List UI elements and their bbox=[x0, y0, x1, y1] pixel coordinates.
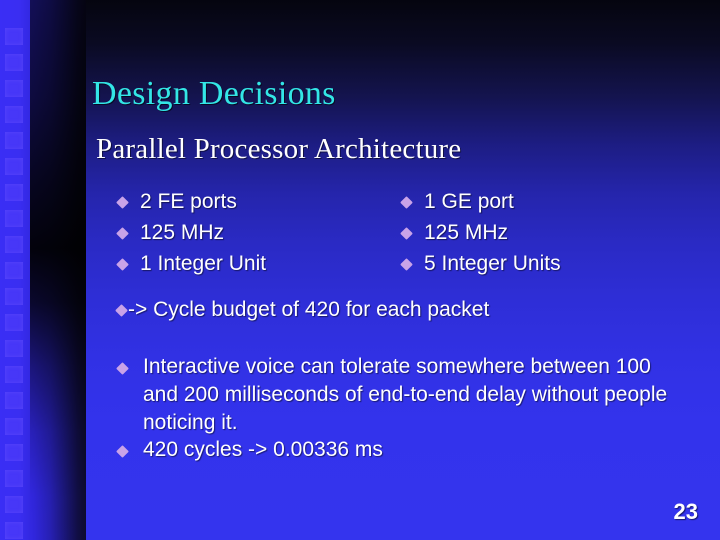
filmstrip-square bbox=[5, 470, 23, 487]
list-item: 5 Integer Units bbox=[400, 248, 561, 279]
filmstrip-square bbox=[5, 444, 23, 461]
left-band-shading bbox=[30, 0, 86, 540]
filmstrip-square bbox=[5, 54, 23, 71]
presentation-slide: Design Decisions Parallel Processor Arch… bbox=[0, 0, 720, 540]
cycles-to-ms-text: 420 cycles -> 0.00336 ms bbox=[143, 438, 383, 461]
voice-tolerance-text: Interactive voice can tolerate somewhere… bbox=[143, 355, 668, 434]
list-item: 125 MHz bbox=[116, 217, 266, 248]
filmstrip-square bbox=[5, 288, 23, 305]
diamond-bullet-icon bbox=[116, 227, 129, 240]
list-item-label: 125 MHz bbox=[424, 221, 509, 244]
filmstrip-square bbox=[5, 28, 23, 45]
slide-title: Design Decisions bbox=[92, 75, 336, 112]
cycle-budget-bullet: -> Cycle budget of 420 for each packet bbox=[115, 296, 677, 324]
diamond-bullet-icon bbox=[400, 196, 413, 209]
filmstrip-square bbox=[5, 314, 23, 331]
diamond-bullet-icon bbox=[400, 258, 413, 271]
diamond-bullet-icon bbox=[116, 258, 129, 271]
filmstrip-square bbox=[5, 340, 23, 357]
filmstrip-square bbox=[5, 522, 23, 539]
filmstrip-square bbox=[5, 366, 23, 383]
filmstrip-square bbox=[5, 106, 23, 123]
diamond-bullet-icon bbox=[116, 196, 129, 209]
list-item-label: 2 FE ports bbox=[140, 190, 237, 213]
filmstrip-square bbox=[5, 132, 23, 149]
list-item: 2 FE ports bbox=[116, 186, 266, 217]
list-item: 125 MHz bbox=[400, 217, 561, 248]
filmstrip-square bbox=[5, 80, 23, 97]
filmstrip-squares-decoration bbox=[5, 28, 23, 540]
diamond-bullet-icon bbox=[400, 227, 413, 240]
filmstrip-square bbox=[5, 392, 23, 409]
list-item-label: 1 Integer Unit bbox=[140, 252, 267, 275]
bullet-column-right: 1 GE port 125 MHz 5 Integer Units bbox=[400, 186, 561, 279]
filmstrip-square bbox=[5, 210, 23, 227]
voice-tolerance-bullet: Interactive voice can tolerate somewhere… bbox=[116, 353, 684, 437]
list-item-label: 5 Integer Units bbox=[424, 252, 561, 275]
filmstrip-square bbox=[5, 418, 23, 435]
list-item: 1 Integer Unit bbox=[116, 248, 267, 279]
left-decorative-band bbox=[0, 0, 86, 540]
bullet-column-left: 2 FE ports 125 MHz 1 Integer Unit bbox=[116, 186, 267, 279]
filmstrip-square bbox=[5, 184, 23, 201]
list-item: 1 GE port bbox=[400, 186, 561, 217]
page-number: 23 bbox=[673, 499, 698, 524]
filmstrip-square bbox=[5, 262, 23, 279]
filmstrip-square bbox=[5, 236, 23, 253]
list-item-label: 1 GE port bbox=[424, 190, 514, 213]
filmstrip-square bbox=[5, 496, 23, 513]
filmstrip-square bbox=[5, 158, 23, 175]
cycles-to-ms-bullet: 420 cycles -> 0.00336 ms bbox=[116, 436, 618, 464]
slide-subtitle: Parallel Processor Architecture bbox=[96, 133, 462, 165]
cycle-budget-text: -> Cycle budget of 420 for each packet bbox=[128, 298, 490, 321]
list-item-label: 125 MHz bbox=[140, 221, 225, 244]
